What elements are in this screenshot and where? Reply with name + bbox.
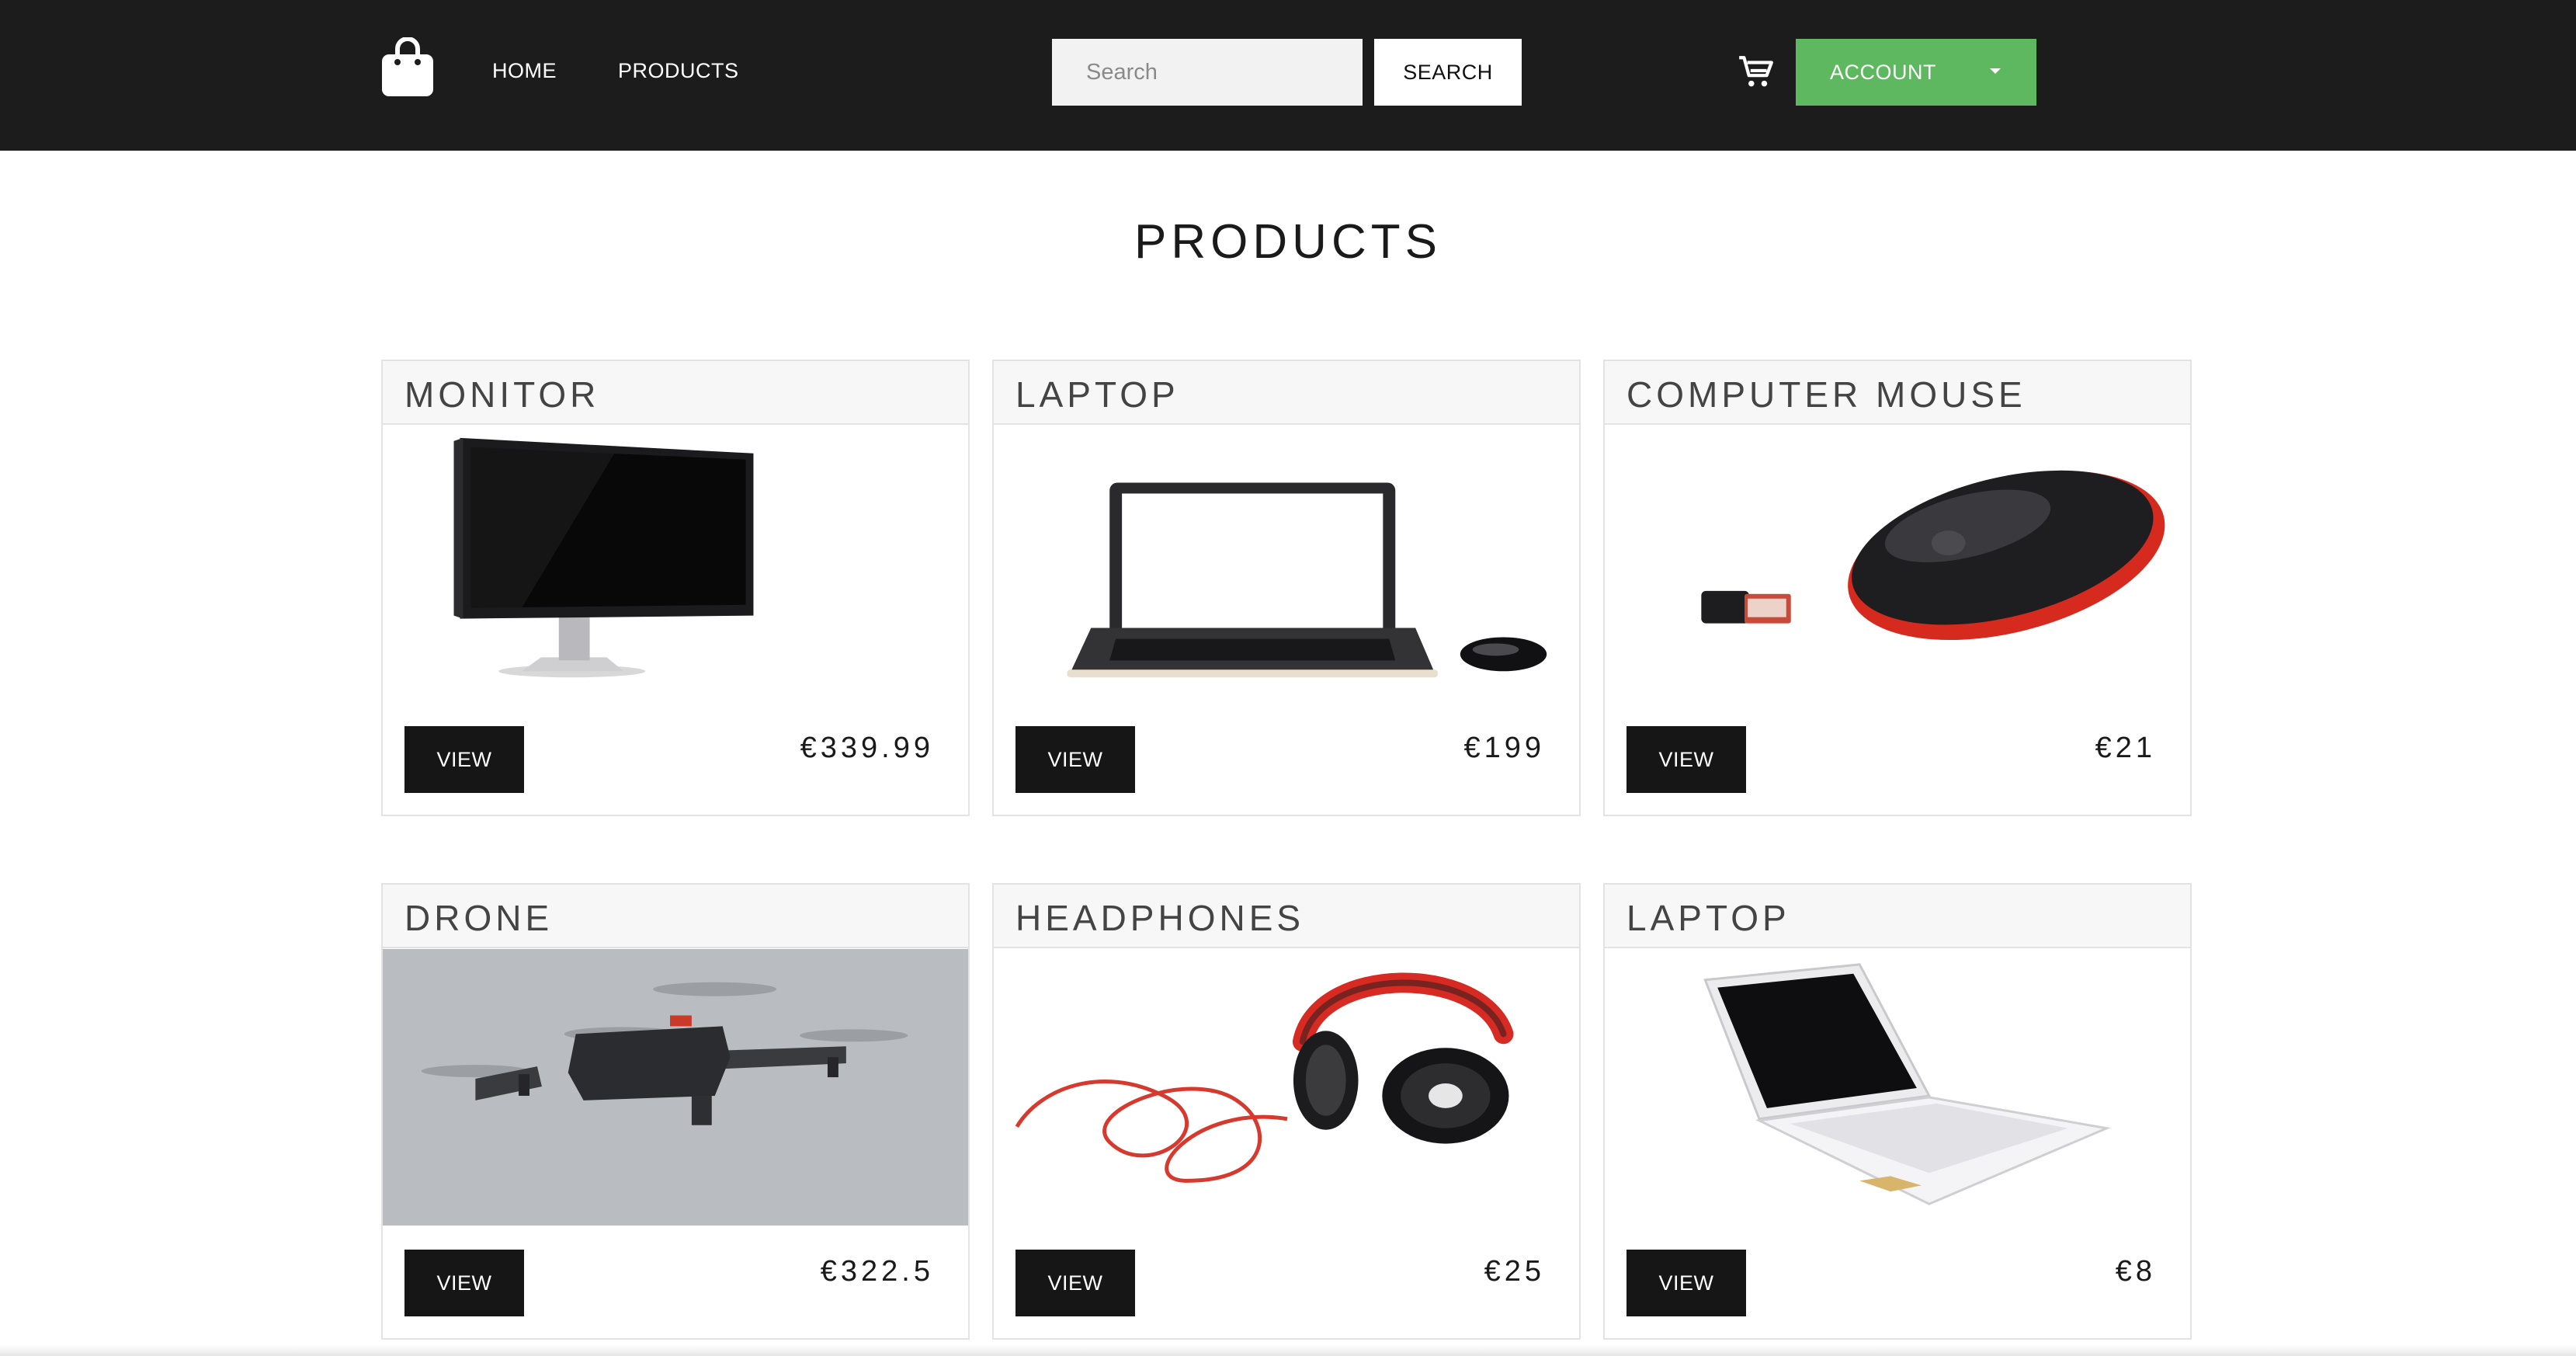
shopping-bag-icon[interactable]	[380, 37, 435, 98]
view-button[interactable]: VIEW	[404, 726, 524, 793]
product-image-drone[interactable]	[383, 948, 968, 1226]
product-name: MONITOR	[404, 374, 600, 415]
view-button[interactable]: VIEW	[1626, 1250, 1746, 1316]
account-dropdown-button[interactable]: ACCOUNT	[1796, 39, 2036, 106]
card-header: DRONE	[383, 885, 968, 948]
product-image-laptop[interactable]	[994, 425, 1579, 703]
product-name: LAPTOP	[1015, 374, 1179, 415]
product-name: COMPUTER MOUSE	[1626, 374, 2026, 415]
top-navbar: HOME PRODUCTS SEARCH ACCOUNT	[0, 0, 2576, 151]
view-button[interactable]: VIEW	[1015, 726, 1135, 793]
caret-down-icon	[1990, 68, 2001, 74]
page-title: PRODUCTS	[1134, 215, 1442, 269]
product-name: HEADPHONES	[1015, 898, 1305, 938]
product-price: €322.5	[820, 1255, 934, 1288]
product-price: €199	[1463, 732, 1545, 764]
product-price: €8	[2115, 1255, 2156, 1288]
view-button[interactable]: VIEW	[1015, 1250, 1135, 1316]
card-header: COMPUTER MOUSE	[1605, 361, 2190, 425]
product-price: €21	[2095, 732, 2156, 764]
card-header: LAPTOP	[994, 361, 1579, 425]
product-card: COMPUTER MOUSE VIEW €21	[1603, 360, 2192, 816]
product-image-headphones[interactable]	[994, 948, 1579, 1226]
product-price: €339.99	[800, 732, 934, 764]
product-name: LAPTOP	[1626, 898, 1790, 938]
product-card: MONITOR VIEW €339.99	[381, 360, 970, 816]
card-header: LAPTOP	[1605, 885, 2190, 948]
bottom-shadow	[0, 1345, 2576, 1356]
product-card: DRONE VIEW €322.5	[381, 883, 970, 1340]
search-input[interactable]	[1052, 39, 1363, 106]
nav-link-home[interactable]: HOME	[492, 57, 557, 84]
view-button[interactable]: VIEW	[404, 1250, 524, 1316]
product-image-computer-mouse[interactable]	[1605, 425, 2190, 703]
nav-link-products[interactable]: PRODUCTS	[618, 57, 739, 84]
product-card: HEADPHONES VIEW €25	[992, 883, 1581, 1340]
account-label: ACCOUNT	[1830, 61, 1936, 84]
product-image-monitor[interactable]	[383, 425, 968, 703]
cart-icon[interactable]	[1736, 53, 1775, 92]
product-name: DRONE	[404, 898, 554, 938]
product-price: €25	[1484, 1255, 1545, 1288]
search-button[interactable]: SEARCH	[1374, 39, 1522, 106]
product-image-netbook[interactable]	[1605, 948, 2190, 1226]
card-header: MONITOR	[383, 361, 968, 425]
product-card: LAPTOP VIEW €199	[992, 360, 1581, 816]
product-card: LAPTOP VIEW €8	[1603, 883, 2192, 1340]
card-header: HEADPHONES	[994, 885, 1579, 948]
view-button[interactable]: VIEW	[1626, 726, 1746, 793]
